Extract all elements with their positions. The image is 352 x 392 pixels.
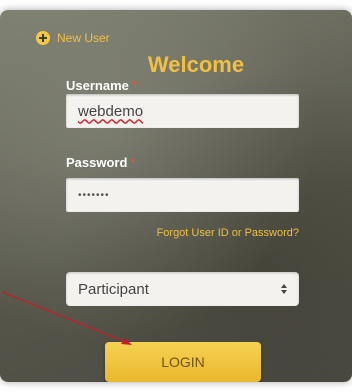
plus-circle-icon — [36, 31, 50, 45]
password-field[interactable]: ••••••• — [66, 178, 299, 212]
username-label-row: Username * — [66, 78, 137, 93]
login-button[interactable]: LOGIN — [105, 342, 261, 382]
login-panel: New User Welcome Username * webdemo Passw… — [0, 10, 352, 382]
username-label: Username — [66, 78, 129, 93]
page-title: Welcome — [147, 52, 245, 77]
new-user-link[interactable]: New User — [36, 31, 110, 45]
role-select-value: Participant — [78, 280, 149, 298]
select-arrows-icon — [281, 284, 287, 294]
required-mark: * — [131, 78, 137, 93]
username-value: webdemo — [78, 102, 144, 120]
password-value: ••••••• — [78, 189, 110, 201]
required-mark: * — [130, 155, 136, 170]
new-user-label: New User — [57, 31, 110, 45]
password-label: Password — [66, 155, 128, 170]
username-field[interactable]: webdemo — [66, 94, 299, 128]
password-label-row: Password * — [66, 155, 135, 170]
role-select[interactable]: Participant — [66, 272, 299, 306]
forgot-credentials-link[interactable]: Forgot User ID or Password? — [66, 227, 299, 239]
